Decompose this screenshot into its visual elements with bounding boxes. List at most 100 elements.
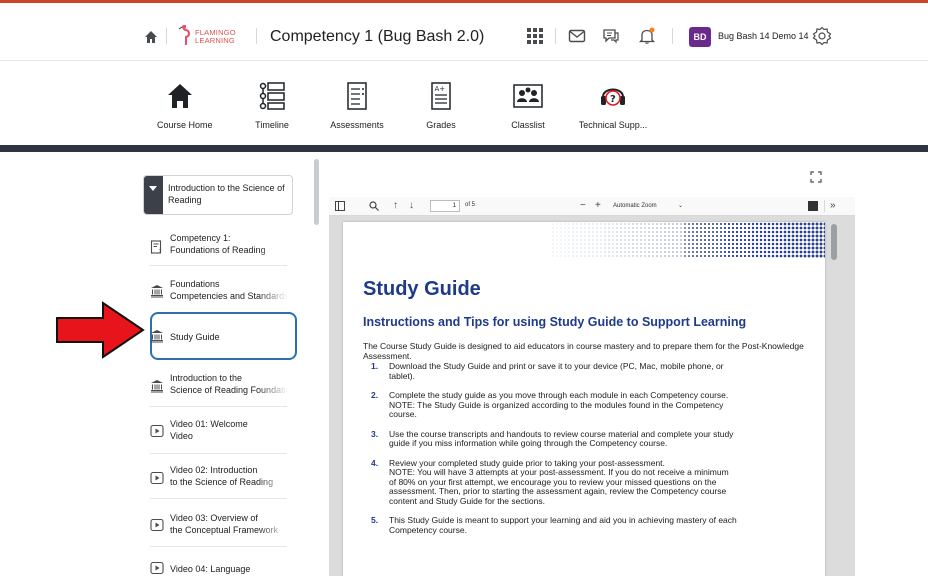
home-icon[interactable] [144,30,158,44]
waffle-icon[interactable] [526,27,544,45]
topic-intro-science-reading[interactable]: Introduction to the Science of Reading F… [150,372,296,400]
pattern-dot [572,231,574,233]
pattern-dot [775,226,779,230]
zoom-out-icon[interactable]: − [580,200,586,212]
pattern-dot [723,246,727,250]
pattern-dot [807,234,811,238]
pattern-dot [775,230,779,234]
gear-icon[interactable] [812,26,832,46]
nav-course-home[interactable]: Course Home [157,81,213,130]
collapse-toggle[interactable] [144,176,163,214]
pdf-scrollbar[interactable] [831,224,837,260]
pattern-dot [668,231,670,233]
pattern-dot [616,247,618,249]
pattern-dot [763,254,767,258]
pattern-dot [767,238,771,242]
pattern-dot [783,250,787,254]
pattern-dot [803,230,807,234]
more-tools-icon[interactable]: » [830,200,836,212]
module-item-intro[interactable]: Introduction to the Science of Reading [143,175,293,215]
pattern-dot [707,246,711,250]
pattern-dot [628,231,630,233]
topic-competency-1[interactable]: ? Competency 1: Foundations of Reading [150,232,296,260]
pattern-dot [624,247,626,249]
pattern-dot [640,247,642,249]
pattern-dot [811,230,815,234]
mail-icon[interactable] [568,27,586,45]
pattern-dot [564,247,566,249]
pattern-dot [564,227,566,229]
pattern-dot [592,255,594,257]
pattern-dot [751,242,755,246]
pattern-dot [620,235,622,237]
pattern-dot [747,254,751,258]
pattern-dot [723,222,727,226]
pattern-dot [799,238,803,242]
zoom-select[interactable]: Automatic Zoom ⌄ [610,200,692,213]
classlist-icon [513,84,543,108]
pattern-dot [787,242,791,246]
pattern-dot [783,246,787,250]
pattern-dot [787,238,791,242]
pattern-dot [644,247,646,249]
avatar[interactable]: BD [689,27,711,47]
bell-icon[interactable] [638,27,656,45]
topic-foundations-competencies[interactable]: Foundations Competencies and Standards [150,278,296,306]
course-title[interactable]: Competency 1 (Bug Bash 2.0) [270,28,484,46]
nav-classlist[interactable]: Classlist [509,81,547,130]
pattern-dot [807,250,811,254]
pattern-dot [552,239,554,241]
pattern-dot [664,235,666,237]
pattern-dot [811,226,815,230]
pattern-dot [680,239,682,241]
pattern-dot [747,246,751,250]
previous-page-icon[interactable]: ↑ [393,200,398,212]
pattern-dot [751,230,755,234]
sidebar-scrollbar[interactable] [314,159,319,225]
topic-video-03[interactable]: Video 03: Overview of the Conceptual Fra… [150,512,296,540]
presentation-mode-icon[interactable] [808,201,818,211]
pattern-dot [795,242,799,246]
topic-video-04[interactable]: Video 04: Language [150,561,296,576]
zoom-in-icon[interactable]: + [595,200,601,212]
nav-grades[interactable]: A+ Grades [425,81,457,130]
chat-icon[interactable] [602,27,620,45]
page-number-input[interactable]: 1 [430,200,460,212]
pattern-dot [676,251,678,253]
pattern-dot [739,230,743,234]
next-page-icon[interactable]: ↓ [409,200,414,212]
pattern-dot [604,247,606,249]
nav-label: Grades [426,120,456,130]
caret-down-icon [149,186,157,191]
topic-video-01[interactable]: Video 01: Welcome Video [150,418,296,446]
list-item: 4. Review your completed study guide prio… [371,457,729,506]
pattern-dot [560,231,562,233]
pattern-dot [620,251,622,253]
pattern-dot [739,238,743,242]
search-icon[interactable] [369,201,379,211]
nav-technical-support[interactable]: ? Technical Supp... [578,81,648,130]
pattern-dot [811,254,815,258]
nav-assessments[interactable]: Assessments [330,81,384,130]
pattern-dot [624,251,626,253]
navbar-divider [0,145,928,152]
nav-timeline[interactable]: Timeline [252,81,292,130]
sidebar-toggle-icon[interactable] [335,201,345,211]
pattern-dot [580,251,582,253]
pattern-dot [795,226,799,230]
pattern-dot [787,234,791,238]
pattern-dot [763,246,767,250]
pattern-dot [763,238,767,242]
pattern-dot [572,227,574,229]
list-item: 2. Complete the study guide as you move t… [371,390,729,419]
topic-video-02[interactable]: Video 02: Introduction to the Science of… [150,464,296,492]
topic-study-guide[interactable]: Study Guide [150,330,296,346]
pattern-dot [700,231,702,233]
user-name[interactable]: Bug Bash 14 Demo 14 [718,31,809,41]
flamingo-logo[interactable]: FLAMINGO LEARNING [178,25,238,46]
pattern-dot [632,231,634,233]
fullscreen-icon[interactable] [810,171,822,183]
pattern-dot [759,222,763,226]
pattern-dot [656,255,658,257]
pattern-dot [664,227,666,229]
